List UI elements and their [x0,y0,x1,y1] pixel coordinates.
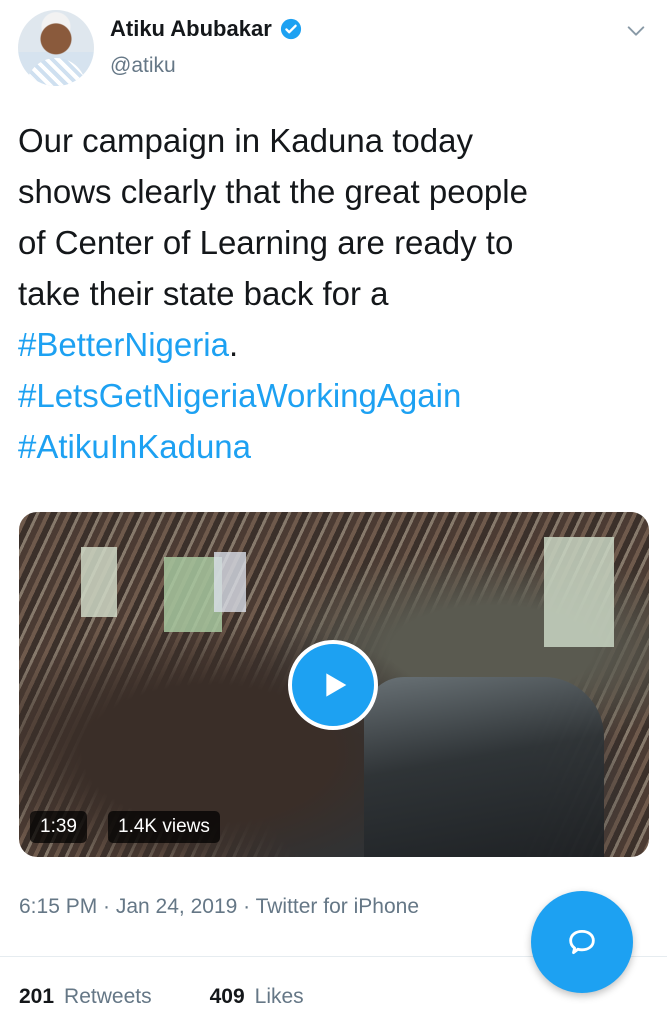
tweet-stats: 201 Retweets 409 Likes [19,985,304,1009]
video-duration: 1:39 [30,811,87,843]
video-player[interactable]: 1:39 1.4K views [19,512,649,857]
tweet-line: shows clearly that the great people [18,173,528,210]
hashtag-better-nigeria[interactable]: #BetterNigeria [18,326,229,363]
hashtag-suffix: . [228,326,239,363]
video-frame-detail [81,547,117,617]
tweet-line: Our campaign in Kaduna today [18,122,473,159]
retweets-count[interactable]: 201 [19,985,54,1009]
author-handle[interactable]: @atiku [110,54,176,78]
avatar[interactable] [18,10,94,86]
likes-label[interactable]: Likes [255,985,304,1009]
tweet-line: of Center of Learning are ready to [18,224,514,261]
tweet-text: Our campaign in Kaduna today shows clear… [18,115,648,472]
author-name[interactable]: Atiku Abubakar [110,16,272,42]
video-frame-detail [544,537,614,647]
tweet-line: take their state back for a [18,275,389,312]
tweet-line: #LetsGetNigeriaWorkingAgain [18,370,648,421]
tweet-line: #AtikuInKaduna [18,421,648,472]
video-views: 1.4K views [108,811,220,843]
chevron-down-icon[interactable] [625,20,647,42]
tweet-line: #BetterNigeria. [18,319,648,370]
reply-bubble-icon [569,929,595,955]
avatar-robe [26,58,86,86]
reply-button[interactable] [531,891,633,993]
video-frame-detail [364,677,604,857]
likes-count[interactable]: 409 [210,985,245,1009]
play-button[interactable] [288,640,378,730]
verified-icon [280,18,301,40]
hashtag-lets-get-nigeria-working-again[interactable]: #LetsGetNigeriaWorkingAgain [18,377,461,414]
hashtag-atiku-in-kaduna[interactable]: #AtikuInKaduna [18,428,251,465]
author-name-row: Atiku Abubakar [110,16,302,42]
play-icon [326,673,347,697]
video-frame-detail [214,552,246,612]
retweets-label[interactable]: Retweets [64,985,152,1009]
tweet-timestamp[interactable]: 6:15 PM · Jan 24, 2019 · Twitter for iPh… [19,895,419,919]
